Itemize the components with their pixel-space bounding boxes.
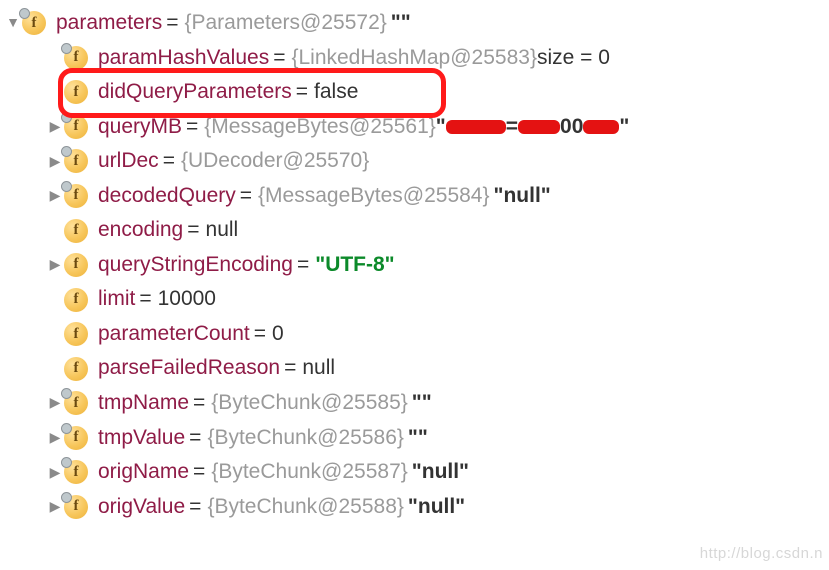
equals-sign: = [254,318,266,351]
field-icon: f [64,219,88,243]
tree-row[interactable]: ▶forigValue={ByteChunk@25588}"null" [4,490,829,525]
equals-sign: = [186,111,198,144]
debugger-variable-tree: ▼ f parameters = {Parameters@25572} "" ▶… [0,0,829,524]
var-value: 0 [272,318,284,351]
var-name: paramHashValues [98,42,269,75]
equals-sign: = [240,180,252,213]
equals-sign: = [193,456,205,489]
object-ref: {ByteChunk@25585} [211,387,407,420]
var-value: "null" [494,180,551,213]
var-value: null [206,214,239,247]
field-icon: f [64,149,88,173]
tree-row[interactable]: ▶fparameterCount=0 [4,317,829,352]
quote: " [619,111,629,144]
field-icon: f [64,288,88,312]
equals-sign: = [189,491,201,524]
tree-row[interactable]: ▶forigName={ByteChunk@25587}"null" [4,455,829,490]
tree-row[interactable]: ▶ftmpName={ByteChunk@25585}"" [4,386,829,421]
field-icon: f [64,184,88,208]
tree-row[interactable]: ▶fdidQueryParameters=false [4,75,829,110]
var-name: urlDec [98,145,159,178]
equals-sign: = [166,7,178,40]
var-value: "null" [408,491,465,524]
tree-root-row[interactable]: ▼ f parameters = {Parameters@25572} "" [4,6,829,41]
redacted-mark [583,120,619,134]
var-value: "" [412,387,432,420]
redacted-mark [446,120,506,134]
var-value: false [314,76,358,109]
var-value: "" [391,7,411,40]
var-name: parseFailedReason [98,352,280,385]
tree-row[interactable]: ▶f queryStringEncoding="UTF-8" [4,248,829,283]
var-value: "UTF-8" [315,249,394,282]
equals-sign: = [187,214,199,247]
var-value: size = 0 [537,42,610,75]
var-name: encoding [98,214,183,247]
var-name: origName [98,456,189,489]
equals-sign: = [296,76,308,109]
object-ref: {ByteChunk@25588} [207,491,403,524]
var-value: null [302,352,335,385]
watermark-text: http://blog.csdn.n [700,545,823,562]
var-value: "null" [412,456,469,489]
field-icon: f [64,80,88,104]
var-name: didQueryParameters [98,76,292,109]
equals-sign: = [273,42,285,75]
tree-row[interactable]: ▶flimit=10000 [4,282,829,317]
quote: " [436,111,446,144]
field-icon: f [64,495,88,519]
object-ref: {ByteChunk@25587} [211,456,407,489]
equals-sign: = [284,352,296,385]
field-icon: f [64,460,88,484]
tree-row[interactable]: ▶ftmpValue={ByteChunk@25586}"" [4,421,829,456]
var-name: parameters [56,7,162,40]
tree-row[interactable]: ▶fparseFailedReason=null [4,351,829,386]
object-ref: {MessageBytes@25584} [258,180,489,213]
field-icon: f [64,253,88,277]
tree-row[interactable]: ▶furlDec={UDecoder@25570} [4,144,829,179]
var-value: "" [408,422,428,455]
chevron-right-icon[interactable]: ▶ [46,254,64,276]
var-name: decodedQuery [98,180,236,213]
text: 00 [560,111,583,144]
text: = [506,111,518,144]
equals-sign: = [193,387,205,420]
var-name: queryStringEncoding [98,249,293,282]
field-icon: f [64,357,88,381]
var-name: queryMB [98,111,182,144]
field-icon: f [64,115,88,139]
object-ref: {UDecoder@25570} [181,145,369,178]
field-icon: f [64,391,88,415]
object-ref: {LinkedHashMap@25583} [291,42,537,75]
object-ref: {MessageBytes@25561} [204,111,435,144]
equals-sign: = [189,422,201,455]
field-icon: f [64,46,88,70]
object-ref: {Parameters@25572} [184,7,386,40]
var-name: parameterCount [98,318,250,351]
tree-row[interactable]: ▶fparamHashValues={LinkedHashMap@25583} … [4,41,829,76]
tree-row[interactable]: ▶fdecodedQuery={MessageBytes@25584}"null… [4,179,829,214]
var-name: limit [98,283,135,316]
var-value: 10000 [158,283,216,316]
var-name: tmpName [98,387,189,420]
var-name: tmpValue [98,422,185,455]
equals-sign: = [163,145,175,178]
equals-sign: = [297,249,309,282]
equals-sign: = [139,283,151,316]
field-icon: f [22,11,46,35]
field-icon: f [64,426,88,450]
field-icon: f [64,322,88,346]
var-name: origValue [98,491,185,524]
redacted-mark [518,120,560,134]
tree-row[interactable]: ▶fqueryMB={MessageBytes@25561} "=00" [4,110,829,145]
object-ref: {ByteChunk@25586} [207,422,403,455]
tree-row[interactable]: ▶fencoding=null [4,213,829,248]
